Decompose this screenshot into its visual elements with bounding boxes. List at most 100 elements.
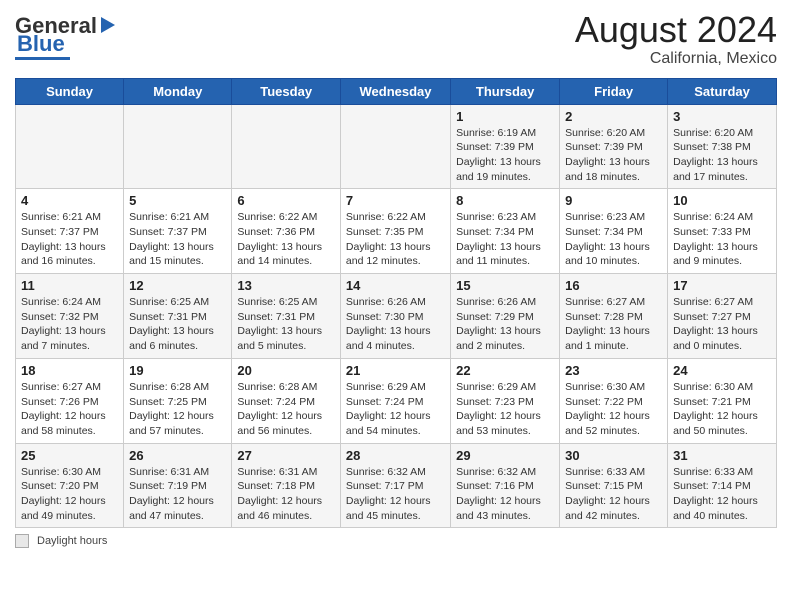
calendar-cell: 23 Sunrise: 6:30 AM Sunset: 7:22 PM Dayli… (560, 358, 668, 443)
calendar-cell: 21 Sunrise: 6:29 AM Sunset: 7:24 PM Dayli… (340, 358, 450, 443)
logo-blue-text: Blue (17, 33, 65, 55)
day-number: 12 (129, 278, 226, 293)
day-number: 30 (565, 448, 662, 463)
day-number: 10 (673, 193, 771, 208)
calendar-cell: 24Sunrise: 6:30 AM Sunset: 7:21 PM Dayli… (668, 358, 777, 443)
day-info: Sunrise: 6:19 AM Sunset: 7:39 PM Dayligh… (456, 126, 554, 185)
location-subtitle: California, Mexico (575, 50, 777, 68)
logo: General Blue (15, 10, 119, 60)
calendar-cell: 6 Sunrise: 6:22 AM Sunset: 7:36 PM Daylig… (232, 189, 341, 274)
calendar-cell: 13Sunrise: 6:25 AM Sunset: 7:31 PM Dayli… (232, 274, 341, 359)
calendar-cell: 30 Sunrise: 6:33 AM Sunset: 7:15 PM Dayli… (560, 443, 668, 528)
day-info: Sunrise: 6:27 AM Sunset: 7:28 PM Dayligh… (565, 295, 662, 354)
title-block: August 2024 California, Mexico (575, 10, 777, 68)
day-number: 17 (673, 278, 771, 293)
day-info: Sunrise: 6:23 AM Sunset: 7:34 PM Dayligh… (456, 210, 554, 269)
day-number: 5 (129, 193, 226, 208)
calendar-cell: 28 Sunrise: 6:32 AM Sunset: 7:17 PM Dayli… (340, 443, 450, 528)
day-header-thursday: Thursday (451, 78, 560, 104)
calendar-cell: 8 Sunrise: 6:23 AM Sunset: 7:34 PM Daylig… (451, 189, 560, 274)
logo-underline (15, 57, 70, 60)
calendar-cell: 2Sunrise: 6:20 AM Sunset: 7:39 PM Daylig… (560, 104, 668, 189)
day-number: 2 (565, 109, 662, 124)
calendar-cell: 1 Sunrise: 6:19 AM Sunset: 7:39 PM Daylig… (451, 104, 560, 189)
day-info: Sunrise: 6:22 AM Sunset: 7:36 PM Dayligh… (237, 210, 335, 269)
day-info: Sunrise: 6:26 AM Sunset: 7:29 PM Dayligh… (456, 295, 554, 354)
day-number: 16 (565, 278, 662, 293)
day-number: 18 (21, 363, 118, 378)
day-info: Sunrise: 6:27 AM Sunset: 7:27 PM Dayligh… (673, 295, 771, 354)
calendar-cell: 16 Sunrise: 6:27 AM Sunset: 7:28 PM Dayli… (560, 274, 668, 359)
day-info: Sunrise: 6:22 AM Sunset: 7:35 PM Dayligh… (346, 210, 445, 269)
calendar-cell: 22Sunrise: 6:29 AM Sunset: 7:23 PM Dayli… (451, 358, 560, 443)
day-number: 24 (673, 363, 771, 378)
day-number: 8 (456, 193, 554, 208)
day-number: 25 (21, 448, 118, 463)
calendar-cell: 10 Sunrise: 6:24 AM Sunset: 7:33 PM Dayli… (668, 189, 777, 274)
calendar-cell: 14 Sunrise: 6:26 AM Sunset: 7:30 PM Dayli… (340, 274, 450, 359)
calendar-table: SundayMondayTuesdayWednesdayThursdayFrid… (15, 78, 777, 529)
month-year-title: August 2024 (575, 10, 777, 50)
calendar-cell: 7Sunrise: 6:22 AM Sunset: 7:35 PM Daylig… (340, 189, 450, 274)
calendar-cell: 25 Sunrise: 6:30 AM Sunset: 7:20 PM Dayli… (16, 443, 124, 528)
calendar-cell: 29 Sunrise: 6:32 AM Sunset: 7:16 PM Dayli… (451, 443, 560, 528)
day-number: 1 (456, 109, 554, 124)
day-number: 6 (237, 193, 335, 208)
day-number: 26 (129, 448, 226, 463)
calendar-cell: 11Sunrise: 6:24 AM Sunset: 7:32 PM Dayli… (16, 274, 124, 359)
day-number: 23 (565, 363, 662, 378)
day-info: Sunrise: 6:26 AM Sunset: 7:30 PM Dayligh… (346, 295, 445, 354)
calendar-cell (124, 104, 232, 189)
legend-box (15, 534, 29, 548)
day-info: Sunrise: 6:25 AM Sunset: 7:31 PM Dayligh… (237, 295, 335, 354)
day-info: Sunrise: 6:30 AM Sunset: 7:22 PM Dayligh… (565, 380, 662, 439)
calendar-cell: 26 Sunrise: 6:31 AM Sunset: 7:19 PM Dayli… (124, 443, 232, 528)
day-number: 14 (346, 278, 445, 293)
day-number: 22 (456, 363, 554, 378)
day-number: 29 (456, 448, 554, 463)
day-info: Sunrise: 6:32 AM Sunset: 7:16 PM Dayligh… (456, 465, 554, 524)
day-header-tuesday: Tuesday (232, 78, 341, 104)
day-number: 15 (456, 278, 554, 293)
day-info: Sunrise: 6:21 AM Sunset: 7:37 PM Dayligh… (21, 210, 118, 269)
day-info: Sunrise: 6:25 AM Sunset: 7:31 PM Dayligh… (129, 295, 226, 354)
calendar-cell: 20 Sunrise: 6:28 AM Sunset: 7:24 PM Dayli… (232, 358, 341, 443)
week-row-5: 25 Sunrise: 6:30 AM Sunset: 7:20 PM Dayli… (16, 443, 777, 528)
week-row-3: 11Sunrise: 6:24 AM Sunset: 7:32 PM Dayli… (16, 274, 777, 359)
day-number: 4 (21, 193, 118, 208)
day-info: Sunrise: 6:28 AM Sunset: 7:24 PM Dayligh… (237, 380, 335, 439)
day-number: 3 (673, 109, 771, 124)
calendar-cell (340, 104, 450, 189)
day-info: Sunrise: 6:24 AM Sunset: 7:33 PM Dayligh… (673, 210, 771, 269)
day-header-sunday: Sunday (16, 78, 124, 104)
calendar-cell: 9 Sunrise: 6:23 AM Sunset: 7:34 PM Daylig… (560, 189, 668, 274)
day-number: 31 (673, 448, 771, 463)
week-row-1: 1 Sunrise: 6:19 AM Sunset: 7:39 PM Daylig… (16, 104, 777, 189)
calendar-cell: 19Sunrise: 6:28 AM Sunset: 7:25 PM Dayli… (124, 358, 232, 443)
day-number: 20 (237, 363, 335, 378)
calendar-cell: 5Sunrise: 6:21 AM Sunset: 7:37 PM Daylig… (124, 189, 232, 274)
day-info: Sunrise: 6:20 AM Sunset: 7:38 PM Dayligh… (673, 126, 771, 185)
day-info: Sunrise: 6:30 AM Sunset: 7:20 PM Dayligh… (21, 465, 118, 524)
calendar-cell: 3 Sunrise: 6:20 AM Sunset: 7:38 PM Daylig… (668, 104, 777, 189)
day-info: Sunrise: 6:31 AM Sunset: 7:19 PM Dayligh… (129, 465, 226, 524)
calendar-cell: 15 Sunrise: 6:26 AM Sunset: 7:29 PM Dayli… (451, 274, 560, 359)
day-header-friday: Friday (560, 78, 668, 104)
calendar-footer: Daylight hours (15, 534, 777, 548)
day-info: Sunrise: 6:33 AM Sunset: 7:15 PM Dayligh… (565, 465, 662, 524)
day-info: Sunrise: 6:32 AM Sunset: 7:17 PM Dayligh… (346, 465, 445, 524)
day-info: Sunrise: 6:28 AM Sunset: 7:25 PM Dayligh… (129, 380, 226, 439)
calendar-header-row: SundayMondayTuesdayWednesdayThursdayFrid… (16, 78, 777, 104)
day-header-monday: Monday (124, 78, 232, 104)
week-row-4: 18Sunrise: 6:27 AM Sunset: 7:26 PM Dayli… (16, 358, 777, 443)
day-info: Sunrise: 6:31 AM Sunset: 7:18 PM Dayligh… (237, 465, 335, 524)
day-number: 21 (346, 363, 445, 378)
logo-arrow-icon (97, 15, 119, 37)
day-info: Sunrise: 6:29 AM Sunset: 7:24 PM Dayligh… (346, 380, 445, 439)
day-number: 28 (346, 448, 445, 463)
day-number: 9 (565, 193, 662, 208)
day-info: Sunrise: 6:23 AM Sunset: 7:34 PM Dayligh… (565, 210, 662, 269)
calendar-cell: 31Sunrise: 6:33 AM Sunset: 7:14 PM Dayli… (668, 443, 777, 528)
day-header-wednesday: Wednesday (340, 78, 450, 104)
calendar-cell (232, 104, 341, 189)
